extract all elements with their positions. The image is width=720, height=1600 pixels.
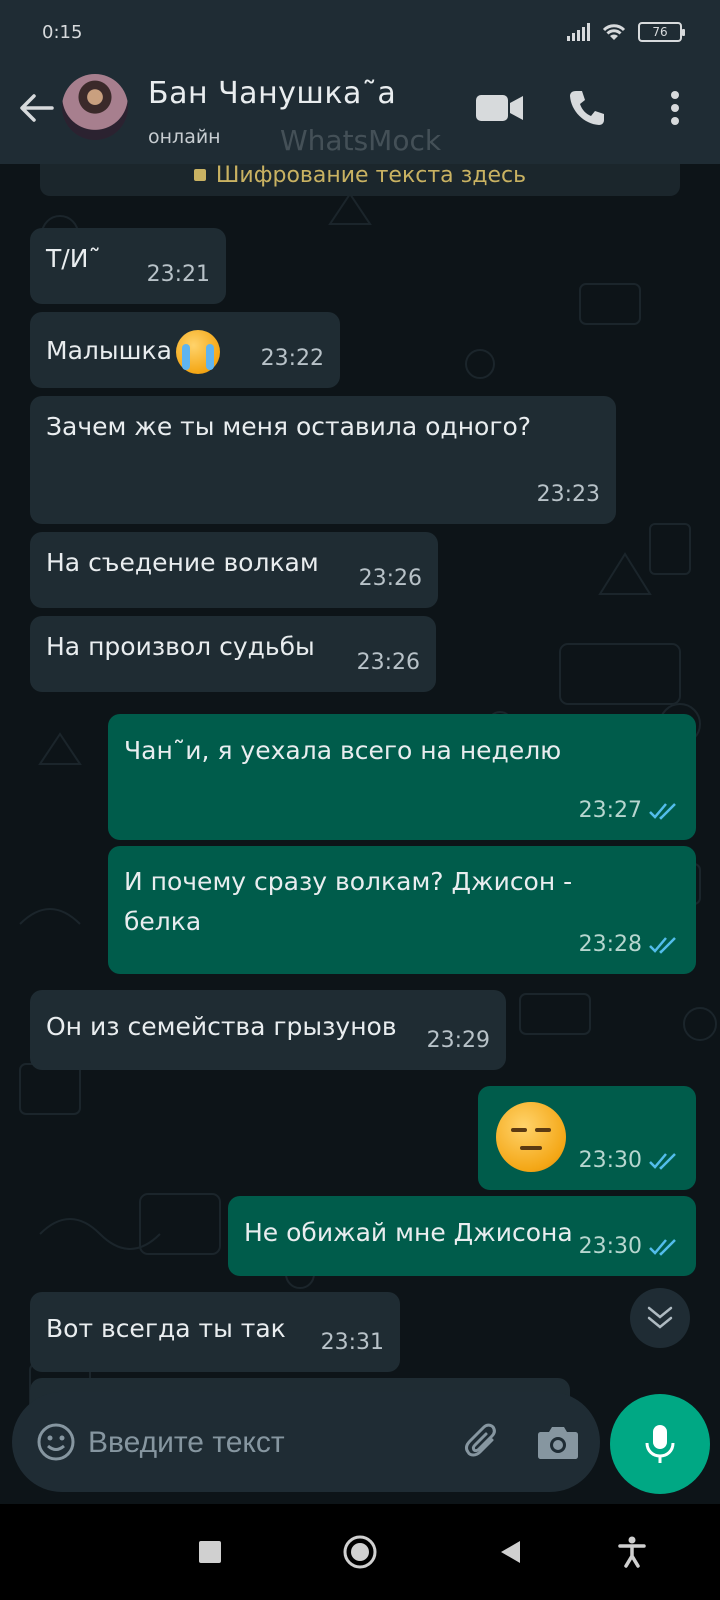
- message-input-bar: [12, 1392, 600, 1492]
- smiley-icon: [37, 1423, 75, 1461]
- message-time: 23:30: [578, 1234, 642, 1259]
- camera-button[interactable]: [534, 1418, 582, 1466]
- signal-icon: [567, 23, 590, 41]
- chat-header: Бан Чанушка˜а онлайн WhatsMock: [0, 56, 720, 164]
- square-icon: [199, 1541, 221, 1563]
- kebab-menu-icon: [671, 91, 679, 125]
- message-time: 23:21: [146, 262, 210, 287]
- microphone-icon: [645, 1425, 675, 1463]
- chat-area[interactable]: Шифрование текста здесь Т/И˜ 23:21 Малыш…: [0, 164, 720, 1504]
- message-time: 23:22: [260, 346, 324, 371]
- message-outgoing[interactable]: Чан˜и, я уехала всего на неделю 23:27: [108, 714, 696, 840]
- message-outgoing[interactable]: Не обижай мне Джисона 23:30: [228, 1196, 696, 1276]
- message-incoming[interactable]: На съедение волкам 23:26: [30, 532, 438, 608]
- message-incoming[interactable]: Малышка 23:22: [30, 312, 340, 388]
- back-button[interactable]: [14, 86, 58, 130]
- phone-icon: [570, 91, 604, 125]
- watermark: WhatsMock: [280, 124, 442, 157]
- expressionless-face-icon: [496, 1102, 566, 1172]
- message-time: 23:28: [578, 932, 642, 957]
- message-incoming[interactable]: Зачем же ты меня оставила одного? 23:23: [30, 396, 616, 524]
- message-time: 23:27: [578, 798, 642, 823]
- double-check-icon: [649, 937, 676, 954]
- voice-record-button[interactable]: [610, 1394, 710, 1494]
- system-navigation-bar: [0, 1504, 720, 1600]
- message-text: Он из семейства грызунов: [46, 1012, 397, 1041]
- triangle-back-icon: [501, 1541, 520, 1563]
- emoji-button[interactable]: [32, 1418, 80, 1466]
- status-time: 0:15: [42, 22, 83, 43]
- message-outgoing[interactable]: 23:30: [478, 1086, 696, 1190]
- camera-icon: [538, 1427, 578, 1459]
- recents-button[interactable]: [190, 1532, 230, 1572]
- attach-button[interactable]: [458, 1418, 506, 1466]
- video-call-button[interactable]: [472, 86, 528, 130]
- back-arrow-icon: [20, 94, 54, 122]
- encryption-notice[interactable]: Шифрование текста здесь: [40, 164, 680, 196]
- message-text: Чан˜и, я уехала всего на неделю: [124, 736, 562, 765]
- encryption-text: Шифрование текста здесь: [215, 164, 527, 188]
- video-camera-icon: [476, 95, 523, 121]
- contact-status: онлайн: [148, 126, 221, 148]
- back-nav-button[interactable]: [490, 1532, 530, 1572]
- message-input[interactable]: [88, 1418, 448, 1468]
- status-icons: 76: [567, 22, 685, 42]
- avatar[interactable]: [62, 74, 128, 140]
- double-check-icon: [649, 1153, 676, 1170]
- contact-name[interactable]: Бан Чанушка˜а: [148, 76, 396, 111]
- paperclip-icon: [465, 1423, 496, 1457]
- message-time: 23:26: [356, 650, 420, 675]
- message-text: Малышка: [46, 336, 172, 365]
- battery-level: 76: [652, 25, 668, 39]
- double-chevron-down-icon: [647, 1306, 673, 1329]
- message-incoming[interactable]: Он из семейства грызунов 23:29: [30, 990, 506, 1070]
- message-time: 23:29: [426, 1028, 490, 1053]
- voice-call-button[interactable]: [562, 86, 612, 130]
- message-incoming[interactable]: Т/И˜ 23:21: [30, 228, 226, 304]
- message-text: Зачем же ты меня оставила одного?: [46, 412, 532, 441]
- home-button[interactable]: [340, 1532, 380, 1572]
- more-options-button[interactable]: [660, 86, 690, 130]
- message-time: 23:30: [578, 1148, 642, 1173]
- double-check-icon: [649, 803, 676, 820]
- double-check-icon: [649, 1239, 676, 1256]
- accessibility-button[interactable]: [612, 1532, 652, 1572]
- status-bar: 0:15 76: [0, 0, 720, 56]
- accessibility-icon: [618, 1536, 646, 1568]
- message-incoming[interactable]: На произвол судьбы 23:26: [30, 616, 436, 692]
- wifi-icon: [602, 24, 626, 40]
- lock-icon: [193, 169, 206, 181]
- message-text: И почему сразу волкам? Джисон - белка: [124, 867, 573, 936]
- message-time: 23:31: [320, 1330, 384, 1355]
- message-time: 23:23: [536, 482, 600, 507]
- message-time: 23:26: [358, 566, 422, 591]
- scroll-down-button[interactable]: [630, 1288, 690, 1348]
- message-incoming[interactable]: Вот всегда ты так 23:31: [30, 1292, 400, 1372]
- message-outgoing[interactable]: И почему сразу волкам? Джисон - белка 23…: [108, 846, 696, 974]
- loudly-crying-face-icon: [175, 330, 220, 374]
- circle-icon: [343, 1535, 377, 1569]
- battery-icon: 76: [638, 22, 685, 42]
